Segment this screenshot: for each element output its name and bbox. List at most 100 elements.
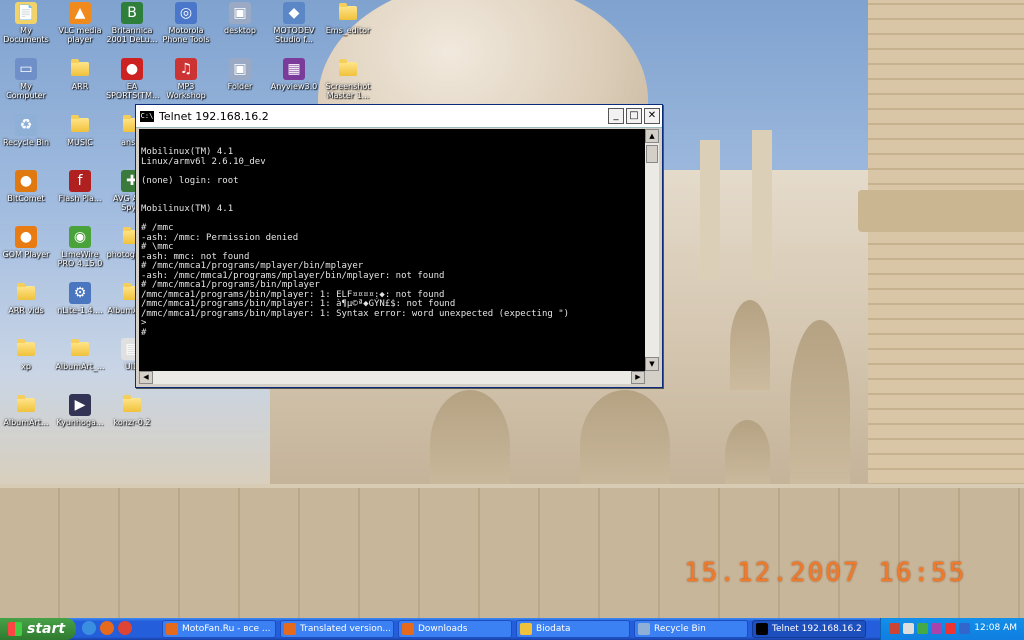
taskbar-button-label: MotoFan.Ru - все ...: [182, 624, 271, 634]
start-button[interactable]: start: [0, 618, 76, 640]
desktop-icon[interactable]: ● BitComet: [0, 170, 52, 203]
taskbar-button-label: Translated version...: [300, 624, 391, 634]
scroll-thumb[interactable]: [646, 145, 658, 163]
folder-icon: [15, 338, 37, 360]
tray-icon[interactable]: [889, 623, 900, 634]
scroll-left-arrow-icon[interactable]: ◀: [139, 371, 153, 384]
desktop-icon[interactable]: AlbumArt_...: [54, 338, 106, 371]
recycle-bin-icon: ♻: [15, 114, 37, 136]
windows-logo-icon: [8, 622, 22, 636]
taskbar-button[interactable]: Biodata: [516, 620, 630, 638]
desktop-icon[interactable]: ▦ Anyview3.0: [268, 58, 320, 91]
firefox-icon: [166, 623, 178, 635]
bluetooth-tray-icon[interactable]: [959, 623, 970, 634]
taskbar-button-label: Telnet 192.168.16.2: [772, 624, 862, 634]
desktop-icon[interactable]: ◎ Motorola Phone Tools: [160, 2, 212, 44]
folder-shortcut-icon: ▣: [229, 58, 251, 80]
firefox-quicklaunch-icon[interactable]: [100, 621, 114, 635]
desktop-icon-label: Motorola Phone Tools: [162, 26, 210, 44]
desktop-icon[interactable]: ARR: [54, 58, 106, 91]
ea-sports-icon: ●: [121, 58, 143, 80]
scroll-up-arrow-icon[interactable]: ▲: [645, 129, 659, 143]
minimize-button[interactable]: _: [608, 108, 624, 124]
desktop-icon-label: desktop: [224, 26, 256, 35]
opera-quicklaunch-icon[interactable]: [118, 621, 132, 635]
window-titlebar[interactable]: C:\ Telnet 192.168.16.2 _ □ ✕: [136, 105, 662, 128]
horizontal-scrollbar[interactable]: ◀ ▶: [139, 371, 645, 384]
tray-icon[interactable]: [903, 623, 914, 634]
ie-quicklaunch-icon[interactable]: [82, 621, 96, 635]
folder-icon: [121, 394, 143, 416]
desktop-icon[interactable]: ▶ Kyunhoga...: [54, 394, 106, 427]
desktop-icon-label: ARR: [71, 82, 89, 91]
taskbar-button[interactable]: Recycle Bin: [634, 620, 748, 638]
desktop-icon[interactable]: ♫ MP3 Workshop: [160, 58, 212, 100]
vertical-scrollbar[interactable]: ▲ ▼: [645, 129, 659, 371]
desktop-icon-label: BitComet: [7, 194, 45, 203]
video-file-icon: ▶: [69, 394, 91, 416]
tray-icon[interactable]: [917, 623, 928, 634]
desktop-icon[interactable]: 📄 My Documents: [0, 2, 52, 44]
taskbar-button[interactable]: MotoFan.Ru - все ...: [162, 620, 276, 638]
desktop-icon[interactable]: ● EA SPORTS(TM...: [106, 58, 160, 100]
telnet-window[interactable]: C:\ Telnet 192.168.16.2 _ □ ✕ Mobilinux(…: [135, 104, 663, 388]
desktop-icon-label: Flash Pla...: [58, 194, 102, 203]
desktop-icon[interactable]: ♻ Recycle Bin: [0, 114, 52, 147]
desktop-icon[interactable]: Ems_editor: [322, 2, 374, 35]
desktop-icon-label: Recycle Bin: [2, 138, 50, 147]
desktop-icon-label: LimeWire PRO 4.15.0: [57, 250, 103, 268]
desktop-icon-label: VLC media player: [58, 26, 102, 44]
desktop-icon-label: Britannica 2001 DeLu...: [106, 26, 158, 44]
close-button[interactable]: ✕: [644, 108, 660, 124]
anyview-icon: ▦: [283, 58, 305, 80]
scroll-down-arrow-icon[interactable]: ▼: [645, 357, 659, 371]
desktop-icon[interactable]: ◆ MOTODEV Studio f...: [268, 2, 320, 44]
folder-icon: [15, 282, 37, 304]
desktop-icon[interactable]: B Britannica 2001 DeLu...: [106, 2, 158, 44]
system-tray: 12:08 AM: [880, 618, 1024, 640]
desktop-icon[interactable]: MUSIC: [54, 114, 106, 147]
photo-datestamp: 15.12.2007 16:55: [684, 558, 967, 588]
taskbar-button[interactable]: Downloads: [398, 620, 512, 638]
desktop-icon-label: GOM Player: [2, 250, 50, 259]
window-title: Telnet 192.168.16.2: [159, 109, 269, 123]
desktop-icon-label: EA SPORTS(TM...: [106, 82, 160, 100]
firefox-icon: [284, 623, 296, 635]
desktop-icon[interactable]: ● GOM Player: [0, 226, 52, 259]
desktop-icon[interactable]: ARR vids: [0, 282, 52, 315]
folder-icon: [520, 623, 532, 635]
desktop-icon[interactable]: ▣ Folder: [214, 58, 266, 91]
firefox-icon: [402, 623, 414, 635]
maximize-button[interactable]: □: [626, 108, 642, 124]
wallpaper-minaret-small: [752, 130, 772, 280]
desktop-icon[interactable]: ⚙ nLite-1.4....: [54, 282, 106, 315]
desktop-icon[interactable]: ▣ desktop: [214, 2, 266, 35]
wallpaper-minaret-small: [700, 140, 720, 280]
desktop-icon-label: Screenshot Master 1...: [325, 82, 371, 100]
taskbar-button[interactable]: Translated version...: [280, 620, 394, 638]
folder-icon: [337, 2, 359, 24]
desktop-icon[interactable]: ▭ My Computer: [0, 58, 52, 100]
clock[interactable]: 12:08 AM: [974, 623, 1017, 633]
taskbar: start MotoFan.Ru - все ... Translated ver…: [0, 618, 1024, 640]
tray-icon[interactable]: [931, 623, 942, 634]
desktop-icon-label: AlbumArt...: [3, 418, 49, 427]
desktop-icon[interactable]: AlbumArt...: [0, 394, 52, 427]
desktop-icon[interactable]: xp: [0, 338, 52, 371]
desktop-icon[interactable]: f Flash Pla...: [54, 170, 106, 203]
desktop-icon[interactable]: Screenshot Master 1...: [322, 58, 374, 100]
vlc-icon: ▲: [69, 2, 91, 24]
desktop-icon-label: Kyunhoga...: [56, 418, 104, 427]
cmd-icon[interactable]: C:\: [140, 110, 154, 122]
scroll-right-arrow-icon[interactable]: ▶: [631, 371, 645, 384]
desktop-icon-label: My Computer: [6, 82, 46, 100]
my-computer-icon: ▭: [15, 58, 37, 80]
tray-icon[interactable]: [945, 623, 956, 634]
desktop-icon[interactable]: konzr-0.2: [106, 394, 158, 427]
quick-launch: [82, 621, 132, 635]
desktop-icon[interactable]: ◉ LimeWire PRO 4.15.0: [54, 226, 106, 268]
telnet-console[interactable]: Mobilinux(TM) 4.1 Linux/armv6l 2.6.10_de…: [139, 129, 645, 371]
taskbar-button[interactable]: Telnet 192.168.16.2: [752, 620, 866, 638]
desktop-icon[interactable]: ▲ VLC media player: [54, 2, 106, 44]
desktop-icon-label: MOTODEV Studio f...: [273, 26, 315, 44]
